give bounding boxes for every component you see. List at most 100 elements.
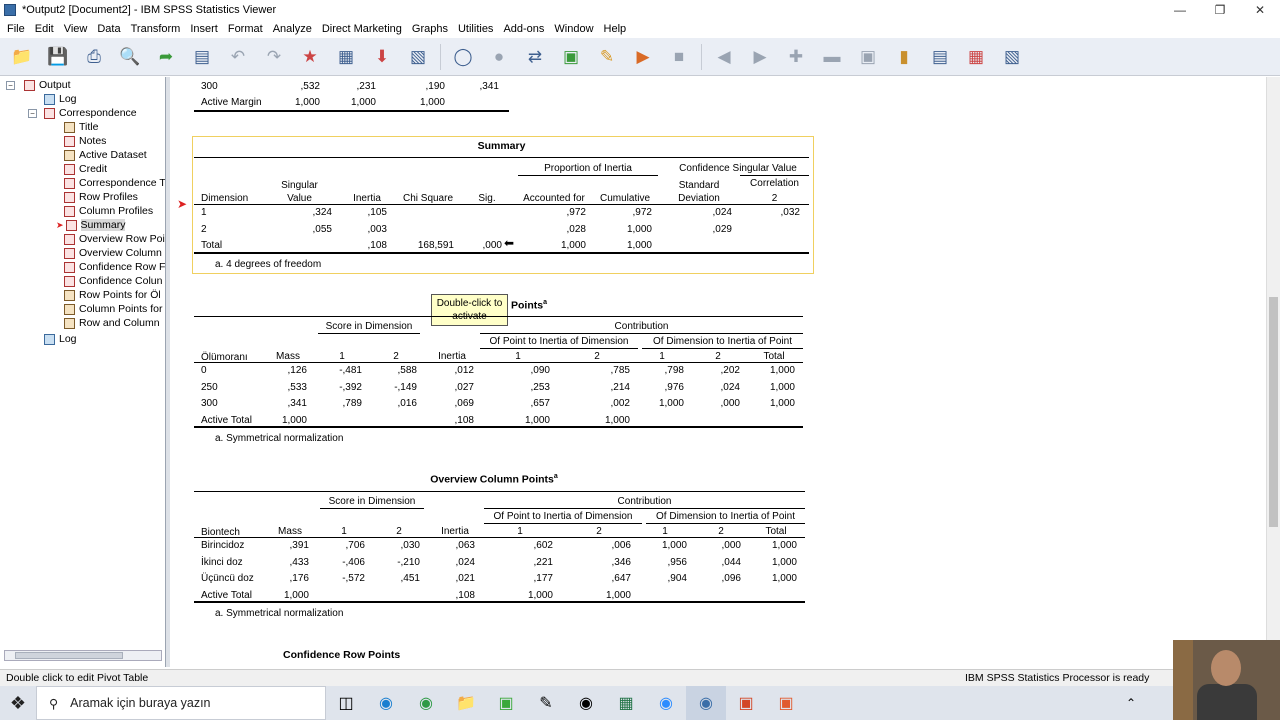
tree-correspondence[interactable]: Correspondence — [44, 106, 137, 120]
spell-check-icon[interactable]: ⇄ — [521, 43, 549, 71]
tree-active-dataset[interactable]: Active Dataset — [64, 148, 147, 162]
cell: ,000 — [720, 398, 740, 410]
header-dim-1: 1 — [339, 351, 345, 362]
tree-column-profiles[interactable]: Column Profiles — [64, 204, 153, 218]
tree-title[interactable]: Title — [64, 120, 98, 134]
print-icon[interactable]: ⎙ — [80, 43, 108, 71]
tree-log-1[interactable]: Log — [44, 92, 77, 106]
export-icon[interactable]: ➦ — [152, 43, 180, 71]
header-sig: Sig. — [478, 193, 496, 204]
table-rule — [194, 491, 805, 492]
content-vertical-scrollbar[interactable] — [1266, 77, 1280, 667]
show-hidden-icons-icon[interactable]: ⌃ — [1126, 696, 1136, 710]
redo-icon[interactable]: ↷ — [260, 43, 288, 71]
tree-row-points-chart[interactable]: Row Points for Öl — [64, 288, 161, 302]
show-all-variables-icon[interactable]: ● — [485, 43, 513, 71]
tree-row-profiles[interactable]: Row Profiles — [64, 190, 138, 204]
cell: 1,000 — [604, 414, 630, 426]
menu-window[interactable]: Window — [549, 23, 598, 35]
expand-icon[interactable]: ✚ — [782, 43, 810, 71]
menu-analyze[interactable]: Analyze — [268, 23, 317, 35]
menu-utilities[interactable]: Utilities — [453, 23, 498, 35]
create-edit-autoscript-icon[interactable]: ✎ — [593, 43, 621, 71]
file-explorer-icon[interactable]: 📁 — [446, 686, 486, 720]
undo-icon[interactable]: ↶ — [224, 43, 252, 71]
tree-credit[interactable]: Credit — [64, 162, 107, 176]
goto-variable-icon[interactable]: ⬇ — [368, 43, 396, 71]
taskbar-search[interactable]: ⚲ Aramak için buraya yazın — [36, 686, 326, 720]
tree-summary[interactable]: ➤ Summary — [56, 218, 126, 232]
search-placeholder: Aramak için buraya yazın — [70, 696, 211, 710]
minimize-button[interactable]: — — [1160, 0, 1200, 20]
tree-notes[interactable]: Notes — [64, 134, 106, 148]
menu-transform[interactable]: Transform — [126, 23, 186, 35]
chrome-icon[interactable]: ◉ — [406, 686, 446, 720]
hide-icon[interactable]: ▮ — [890, 43, 918, 71]
designate-window-icon[interactable]: ▣ — [557, 43, 585, 71]
menu-file[interactable]: File — [2, 23, 30, 35]
title-icon — [64, 121, 75, 133]
tree-overview-row-points[interactable]: Overview Row Poi — [64, 232, 165, 246]
excel-chart-icon[interactable]: ▦ — [606, 686, 646, 720]
tree-confidence-column-points[interactable]: Confidence Colun — [64, 274, 162, 288]
windows-start-icon[interactable]: ❖ — [0, 686, 36, 720]
tree-log-2[interactable]: Log — [44, 332, 77, 346]
camtasia-recorder-icon[interactable]: ▣ — [766, 686, 806, 720]
insert-heading-icon[interactable]: ▤ — [926, 43, 954, 71]
tree-confidence-row-points[interactable]: Confidence Row F — [64, 260, 165, 274]
use-sets-icon[interactable]: ◯ — [449, 43, 477, 71]
powerpoint-icon[interactable]: ▣ — [726, 686, 766, 720]
open-folder-icon[interactable]: 📁 — [8, 43, 36, 71]
tree-overview-column-points[interactable]: Overview Column — [64, 246, 162, 260]
cell: ,798 — [664, 365, 684, 376]
pane-splitter[interactable] — [166, 77, 170, 667]
recall-dialog-icon[interactable]: ▤ — [188, 43, 216, 71]
edge-icon[interactable]: ◉ — [366, 686, 406, 720]
goto-data-icon[interactable]: ★ — [296, 43, 324, 71]
tree-correspondence-table[interactable]: Correspondence T — [64, 176, 165, 190]
menu-data[interactable]: Data — [92, 23, 125, 35]
save-icon[interactable]: 💾 — [44, 43, 72, 71]
pen-icon[interactable]: ✎ — [526, 686, 566, 720]
goto-case-icon[interactable]: ▦ — [332, 43, 360, 71]
print-preview-icon[interactable]: 🔍 — [116, 43, 144, 71]
menu-add-ons[interactable]: Add-ons — [498, 23, 549, 35]
scrollbar-thumb[interactable] — [15, 652, 123, 659]
tree-row-and-column-chart[interactable]: Row and Column — [64, 316, 160, 330]
collapse-output-icon[interactable]: − — [6, 81, 15, 90]
menu-graphs[interactable]: Graphs — [407, 23, 453, 35]
camtasia-icon[interactable]: ▣ — [486, 686, 526, 720]
zoom-icon[interactable]: ◉ — [646, 686, 686, 720]
tree-item-label: Column Points for — [79, 303, 163, 315]
cell: ,202 — [720, 365, 740, 376]
menu-format[interactable]: Format — [223, 23, 268, 35]
collapse-icon[interactable]: ▬ — [818, 43, 846, 71]
menu-help[interactable]: Help — [599, 23, 632, 35]
show-icon[interactable]: ▣ — [854, 43, 882, 71]
tree-column-points-chart[interactable]: Column Points for — [64, 302, 162, 316]
restore-button[interactable]: ❐ — [1200, 0, 1240, 20]
header-confidence: Confidence Singular Value — [679, 163, 797, 174]
cell: ,341 — [287, 398, 307, 410]
arrow-right-icon[interactable]: ▶ — [746, 43, 774, 71]
menu-edit[interactable]: Edit — [30, 23, 59, 35]
close-button[interactable]: ✕ — [1240, 0, 1280, 20]
menu-view[interactable]: View — [59, 23, 93, 35]
arrow-left-icon[interactable]: ◀ — [710, 43, 738, 71]
tree-output[interactable]: Output — [24, 78, 71, 92]
variables-icon[interactable]: ▧ — [404, 43, 432, 71]
run-script-icon[interactable]: ▶ — [629, 43, 657, 71]
outline-horizontal-scrollbar[interactable] — [4, 650, 162, 661]
collapse-correspondence-icon[interactable]: − — [28, 109, 37, 118]
scrollbar-thumb[interactable] — [1269, 297, 1278, 527]
cell: ,012 — [454, 365, 474, 376]
app-eye-icon[interactable]: ◉ — [566, 686, 606, 720]
spss-icon[interactable]: ◉ — [686, 686, 726, 720]
menu-direct-marketing[interactable]: Direct Marketing — [317, 23, 407, 35]
task-view-icon[interactable]: ◫ — [326, 686, 366, 720]
insert-text-icon[interactable]: ▧ — [998, 43, 1026, 71]
cell: ,000 — [482, 240, 502, 251]
insert-title-icon[interactable]: ▦ — [962, 43, 990, 71]
menu-insert[interactable]: Insert — [185, 23, 223, 35]
promote-icon[interactable]: ■ — [665, 43, 693, 71]
